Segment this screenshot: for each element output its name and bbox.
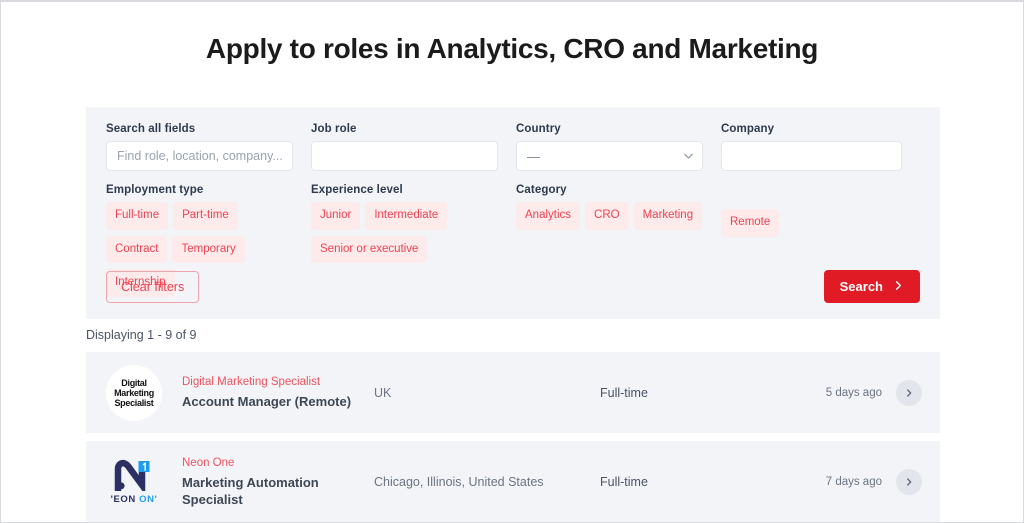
experience-level-label: Experience level (311, 184, 403, 196)
field-country: Country — (516, 123, 721, 171)
logo-line-1: Digital (121, 377, 147, 388)
job-employment-type: Full-time (600, 474, 648, 489)
chip-temporary[interactable]: Temporary (172, 235, 245, 263)
company-label: Company (721, 123, 775, 135)
filter-fields-row: Search all fields Job role Country — (106, 123, 920, 171)
company-logo-cell: Digital Marketing Specialist (86, 364, 182, 421)
company-name: Digital Marketing Specialist (182, 376, 321, 388)
field-company: Company (721, 123, 920, 171)
job-open-button[interactable] (896, 379, 922, 406)
job-results-list: Digital Marketing Specialist Digital Mar… (86, 352, 940, 522)
neon-one-wordmark: 'EON ON' (111, 494, 158, 505)
chip-junior[interactable]: Junior (311, 202, 361, 230)
filter-actions: Clear filters Search (106, 270, 920, 303)
search-button-label: Search (839, 279, 883, 294)
field-search-all-fields: Search all fields (106, 123, 311, 171)
logo-line-2: Marketing (114, 387, 154, 398)
chip-full-time[interactable]: Full-time (106, 202, 169, 230)
job-title: Account Manager (Remote) (182, 394, 352, 409)
page-title: Apply to roles in Analytics, CRO and Mar… (205, 33, 819, 64)
job-open-button[interactable] (896, 468, 922, 495)
job-title: Marketing Automation Specialist (182, 474, 319, 507)
company-logo-cell: 'EON ON' (86, 455, 182, 509)
chip-intermediate[interactable]: Intermediate (365, 202, 448, 230)
results-count: Displaying 1 - 9 of 9 (86, 328, 197, 342)
employment-type-label: Employment type (106, 184, 204, 196)
category-label: Category (516, 184, 567, 196)
country-select[interactable]: — (516, 141, 703, 171)
company-input[interactable] (721, 141, 902, 171)
chevron-right-icon (904, 388, 914, 398)
table-row[interactable]: Digital Marketing Specialist Digital Mar… (86, 352, 940, 433)
job-posted-date: 7 days ago (825, 475, 882, 488)
search-button[interactable]: Search (823, 270, 920, 303)
browser-page-frame: Apply to roles in Analytics, CRO and Mar… (0, 0, 1024, 523)
chip-cro[interactable]: CRO (585, 202, 629, 230)
remote-chips: Remote (721, 209, 902, 237)
country-selected-value: — (527, 148, 540, 164)
chip-contract[interactable]: Contract (106, 235, 168, 263)
wordmark-left: 'EON (110, 493, 140, 505)
clear-filters-button[interactable]: Clear filters (106, 270, 200, 303)
field-job-role: Job role (311, 123, 516, 171)
table-row[interactable]: 'EON ON' Neon One Marketing Automation S… (86, 441, 940, 522)
job-employment-type: Full-time (600, 385, 648, 400)
experience-level-chips: Junior Intermediate Senior or executive (311, 202, 498, 263)
search-input[interactable] (106, 141, 293, 171)
filter-panel: Search all fields Job role Country — (86, 107, 940, 319)
job-role-label: Job role (311, 123, 357, 135)
country-label: Country (516, 123, 561, 135)
neon-one-logo-icon: 'EON ON' (103, 455, 165, 509)
job-info-cell: Neon One Marketing Automation Specialist (182, 456, 370, 508)
chip-analytics[interactable]: Analytics (516, 202, 581, 230)
chevron-right-icon (904, 477, 914, 487)
chip-senior-or-executive[interactable]: Senior or executive (311, 235, 428, 263)
chip-marketing[interactable]: Marketing (633, 202, 703, 230)
chevron-right-icon (893, 279, 904, 294)
chip-remote[interactable]: Remote (721, 209, 780, 237)
wordmark-right: ON' (139, 493, 158, 505)
job-info-cell: Digital Marketing Specialist Account Man… (182, 375, 370, 410)
chip-part-time[interactable]: Part-time (173, 202, 238, 230)
job-location: UK (374, 385, 392, 400)
logo-line-3: Specialist (114, 397, 154, 408)
digital-marketing-specialist-logo-icon: Digital Marketing Specialist (106, 364, 162, 421)
search-all-fields-label: Search all fields (106, 123, 196, 135)
job-role-input[interactable] (311, 141, 498, 171)
company-name: Neon One (182, 456, 235, 469)
page-content: Apply to roles in Analytics, CRO and Mar… (1, 2, 1023, 522)
category-chips: Analytics CRO Marketing (516, 202, 703, 230)
country-select-wrapper: — (516, 141, 703, 171)
job-location: Chicago, Illinois, United States (374, 474, 544, 489)
job-posted-date: 5 days ago (825, 386, 882, 399)
